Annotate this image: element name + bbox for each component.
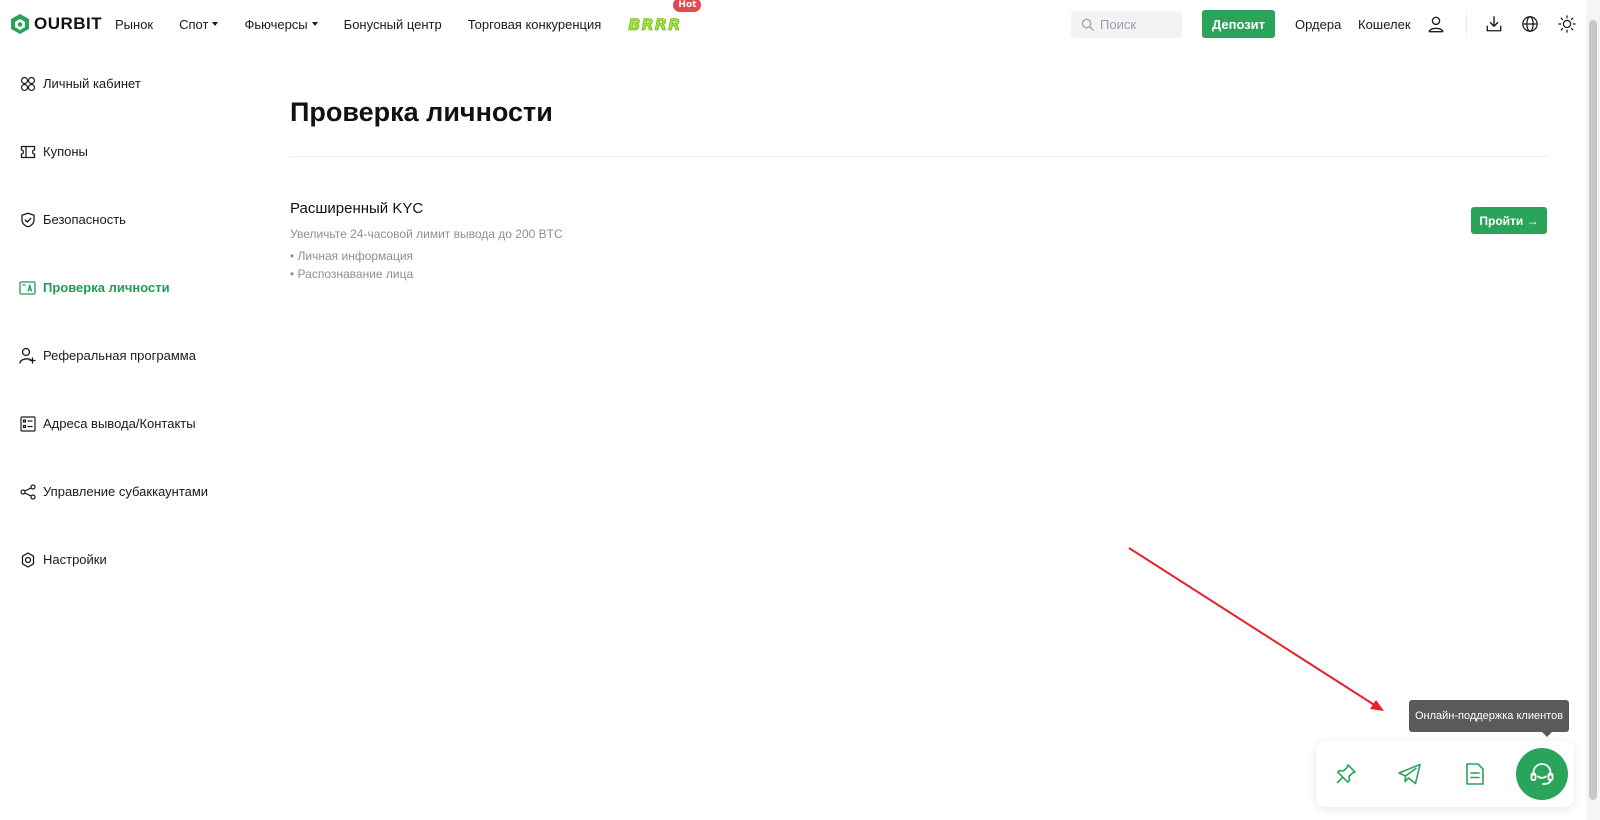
nav-item-futures[interactable]: Фьючерсы [244,16,318,32]
nav-item-label: Рынок [115,16,154,32]
scrollbar-thumb[interactable] [1589,20,1597,800]
logo-icon [11,14,29,34]
nav-item-label: Бонусный центр [343,16,442,32]
sidebar-item-label: Настройки [43,552,107,567]
promo-label: BRRR [628,14,682,34]
sidebar-item-settings[interactable]: Настройки [19,551,107,568]
sidebar-item-identity-verification[interactable]: Проверка личности [19,279,170,296]
support-tooltip: Онлайн-поддержка клиентов [1409,700,1569,732]
sidebar-item-label: Проверка личности [43,280,170,295]
sidebar-item-security[interactable]: Безопасность [19,211,126,228]
pin-icon[interactable] [1327,755,1365,793]
brand-logo[interactable]: OURBIT [10,13,102,35]
header-divider [1466,14,1467,34]
sun-icon[interactable] [1556,13,1578,35]
sidebar-item-label: Адреса вывода/Контакты [43,416,196,431]
floating-toolbar [1316,741,1574,807]
annotation-arrow [1128,547,1384,711]
download-icon[interactable] [1483,13,1505,35]
nav-item-market[interactable]: Рынок [115,17,153,32]
sidebar-item-withdrawal-addresses[interactable]: Адреса вывода/Контакты [19,415,196,432]
brand-name: OURBIT [34,14,103,33]
nav-item-spot[interactable]: Спот [179,16,219,32]
globe-icon[interactable] [1519,13,1541,35]
shield-icon [19,211,36,228]
tooltip-pointer [1541,731,1553,737]
wallet-link[interactable]: Кошелек [1358,17,1411,32]
customer-support-button[interactable] [1516,748,1568,800]
sidebar-item-coupons[interactable]: Купоны [19,143,88,160]
hot-badge: Hot [673,0,702,12]
sidebar-item-label: Управление субаккаунтами [43,484,209,499]
search-icon [1081,18,1094,31]
nav-item-brrr-promo[interactable]: BRRR Hot [628,0,702,34]
search-box[interactable] [1071,11,1182,38]
id-card-icon [19,279,36,296]
nav-item-label: Торговая конкуренция [467,16,602,32]
telegram-icon[interactable] [1391,755,1429,793]
user-icon[interactable] [1425,13,1447,35]
search-input[interactable] [1100,17,1180,32]
sidebar-item-subaccounts[interactable]: Управление субаккаунтами [19,483,208,500]
main-nav: Рынок Спот Фьючерсы Бонусный центр Торго… [115,0,702,48]
address-book-icon [19,415,36,432]
sidebar-item-referral[interactable]: Реферальная программа [19,347,196,364]
deposit-button[interactable]: Депозит [1202,10,1275,38]
nav-item-trading-competition[interactable]: Торговая конкуренция [468,17,602,32]
caret-down-icon [311,22,318,26]
kyc-description: Увеличьте 24-часовой лимит вывода до 200… [290,227,563,241]
start-kyc-button[interactable]: Пройти → [1471,207,1547,234]
orders-link[interactable]: Ордера [1295,17,1341,32]
page-title: Проверка личности [290,97,553,127]
kyc-requirement-face-recognition: • Распознавание лица [290,267,414,281]
sidebar-item-label: Безопасность [43,212,126,227]
user-plus-icon [19,347,36,364]
nav-item-label: Спот [179,16,209,32]
kyc-title: Расширенный KYC [290,200,424,217]
caret-down-icon [212,22,219,26]
document-icon[interactable] [1456,755,1494,793]
top-header: OURBIT Рынок Спот Фьючерсы Бонусный цент… [0,0,1600,48]
sidebar-item-dashboard[interactable]: Личный кабинет [19,75,141,92]
title-divider [290,156,1548,157]
headset-icon [1530,763,1554,785]
share-nodes-icon [19,483,36,500]
sidebar-item-label: Реферальная программа [43,348,196,363]
coupon-icon [19,143,36,160]
sidebar-item-label: Личный кабинет [43,76,141,91]
dashboard-icon [19,75,36,92]
gear-icon [19,551,36,568]
sidebar-item-label: Купоны [43,144,88,159]
kyc-requirement-personal-info: • Личная информация [290,249,414,263]
nav-item-bonus-center[interactable]: Бонусный центр [344,17,442,32]
nav-item-label: Фьючерсы [244,16,308,32]
